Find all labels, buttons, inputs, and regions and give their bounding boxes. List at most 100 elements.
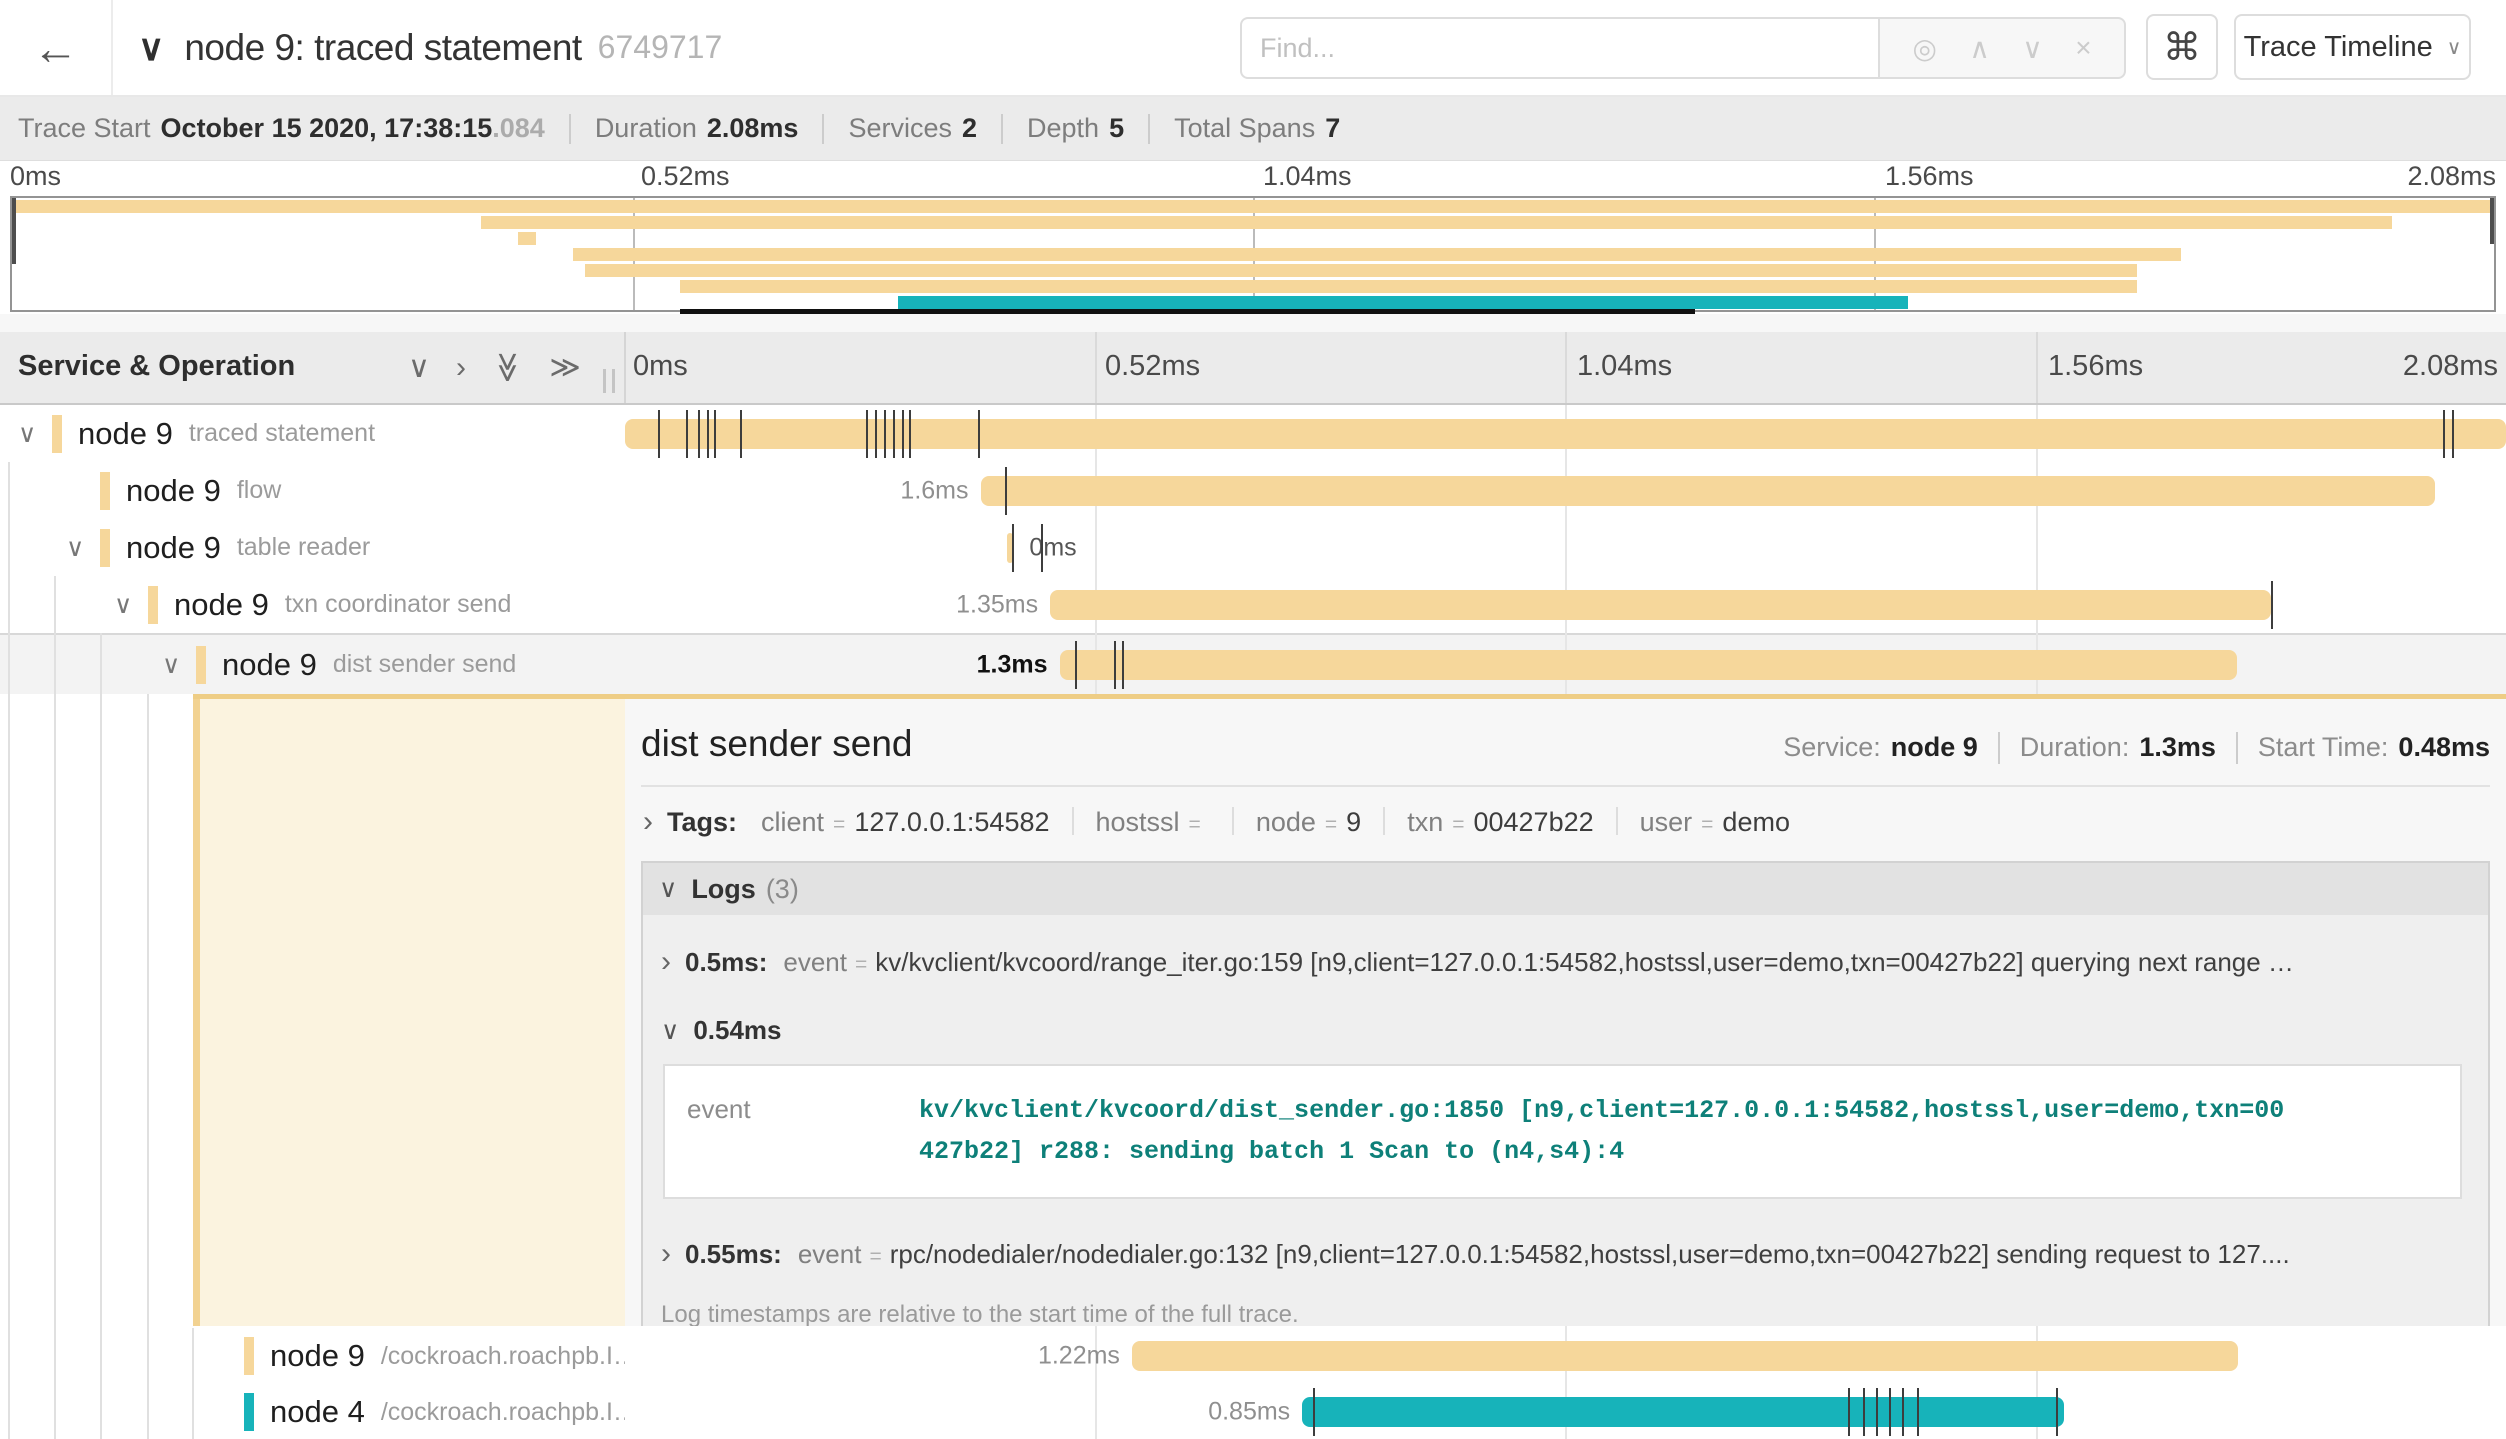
timeline-header: Service & Operation ∨ › ≫ ≫ 0ms0.52ms1.0…: [0, 332, 2506, 405]
view-selector-button[interactable]: Trace Timeline ∨: [2234, 14, 2471, 80]
span-bar[interactable]: [1302, 1397, 2064, 1427]
column-divider[interactable]: [624, 332, 626, 403]
span-children-toggle-icon[interactable]: ∨: [162, 650, 196, 680]
span-name-column[interactable]: ∨node 9dist sender send: [0, 635, 625, 694]
summary-item: Trace StartOctober 15 2020, 17:38:15.084: [18, 113, 545, 144]
tag-separator: [1616, 807, 1618, 835]
span-log-tick: [1848, 1388, 1850, 1436]
minimap-scrubber-handle[interactable]: [2490, 198, 2494, 244]
tag-equals: =: [1701, 813, 1713, 836]
tag-key: client: [761, 807, 824, 837]
minimap-span-bar: [481, 216, 2392, 229]
logs-header[interactable]: ∨ Logs (3): [643, 863, 2488, 915]
span-timeline-track[interactable]: 1.35ms: [625, 576, 2506, 633]
tag-value: 127.0.0.1:54582: [854, 807, 1049, 837]
expand-one-icon[interactable]: ›: [456, 351, 466, 385]
span-name-column[interactable]: ∨node 9traced statement: [0, 405, 625, 462]
span-log-tick: [658, 410, 660, 458]
tags-label: Tags:: [667, 807, 737, 838]
next-result-icon[interactable]: ∨: [2022, 32, 2043, 65]
span-row[interactable]: ∨node 9traced statement: [0, 405, 2506, 462]
span-row[interactable]: ∨node 9dist sender send1.3ms: [0, 633, 2506, 694]
span-log-tick: [714, 410, 716, 458]
trace-id: 6749717: [598, 29, 723, 66]
span-timeline-track[interactable]: [625, 405, 2506, 462]
span-name-column[interactable]: node 9/cockroach.roachpb.I…: [0, 1328, 625, 1384]
span-log-tick: [902, 410, 904, 458]
span-timeline-track[interactable]: 0ms: [625, 519, 2506, 576]
summary-item: Depth5: [1027, 113, 1124, 144]
log-value: kv/kvclient/kvcoord/dist_sender.go:1850 …: [919, 1090, 2284, 1173]
span-timeline-track[interactable]: 1.22ms: [625, 1328, 2506, 1384]
trace-minimap[interactable]: [10, 196, 2496, 312]
find-group: ◎ ∧ ∨ ×: [1240, 17, 2126, 79]
back-button[interactable]: ←: [0, 0, 113, 95]
span-color-swatch: [196, 646, 206, 684]
back-arrow-icon: ←: [33, 22, 79, 74]
find-input[interactable]: [1240, 17, 1880, 79]
log-entry[interactable]: › 0.55ms: event=rpc/nodedialer/nodediale…: [661, 1237, 2462, 1271]
span-children-toggle-icon[interactable]: ∨: [18, 419, 52, 449]
span-detail-title: dist sender send: [641, 723, 913, 765]
log-entry[interactable]: › 0.5ms: event=kv/kvclient/kvcoord/range…: [661, 945, 2462, 979]
tag-value: 00427b22: [1473, 807, 1593, 837]
summary-item-label: Services: [848, 113, 952, 143]
tag-separator: [1383, 807, 1385, 835]
tag-item: txn=00427b22: [1407, 807, 1593, 837]
find-controls: ◎ ∧ ∨ ×: [1880, 17, 2126, 79]
span-row[interactable]: ∨node 9txn coordinator send1.35ms: [0, 576, 2506, 633]
collapse-one-icon[interactable]: ∨: [408, 350, 430, 385]
tags-section[interactable]: › Tags: client=127.0.0.1:54582hostssl=no…: [641, 787, 2490, 851]
log-value: rpc/nodedialer/nodedialer.go:132 [n9,cli…: [890, 1239, 2290, 1269]
detail-left-band: [193, 694, 625, 1326]
service-operation-header: Service & Operation: [18, 350, 295, 383]
span-log-tick: [866, 410, 868, 458]
column-resize-grip[interactable]: [603, 369, 615, 393]
span-row[interactable]: node 9/cockroach.roachpb.I… 1.22ms: [0, 1328, 2506, 1384]
span-bar[interactable]: [1132, 1341, 2238, 1371]
locate-match-icon[interactable]: ◎: [1912, 32, 1936, 65]
minimap-axis-label: 0ms: [10, 161, 61, 192]
span-log-tick: [1041, 524, 1043, 572]
minimap-scrubber-handle[interactable]: [12, 198, 16, 264]
span-bar[interactable]: [981, 476, 2435, 506]
span-timeline-track[interactable]: 1.6ms: [625, 462, 2506, 519]
span-name-column[interactable]: ∨node 9table reader: [0, 519, 625, 576]
span-children-toggle-icon[interactable]: ∨: [114, 590, 148, 620]
span-row[interactable]: ∨node 9table reader0ms: [0, 519, 2506, 576]
keyboard-shortcuts-button[interactable]: ⌘: [2146, 14, 2218, 80]
span-bar[interactable]: [625, 419, 2506, 449]
collapse-all-icon[interactable]: ≫: [490, 352, 525, 383]
span-name-column[interactable]: node 4/cockroach.roachpb.I…: [0, 1384, 625, 1439]
span-timeline-track[interactable]: 0.85ms: [625, 1384, 2506, 1439]
collapse-log-toggle[interactable]: ∨ 0.54ms: [661, 1015, 2462, 1046]
span-children-toggle-icon[interactable]: ∨: [66, 533, 100, 563]
span-row[interactable]: node 4/cockroach.roachpb.I…0.85ms: [0, 1384, 2506, 1439]
span-timeline-track[interactable]: 1.3ms: [625, 635, 2506, 694]
span-name-column[interactable]: ∨node 9txn coordinator send: [0, 576, 625, 633]
span-log-tick: [686, 410, 688, 458]
span-duration-label: 1.22ms: [1038, 1342, 1120, 1371]
span-bar[interactable]: [1050, 590, 2271, 620]
clear-search-icon[interactable]: ×: [2075, 32, 2091, 64]
tag-key: txn: [1407, 807, 1443, 837]
summary-item-value: 5: [1109, 113, 1124, 143]
tag-item: client=127.0.0.1:54582: [761, 807, 1049, 837]
span-row[interactable]: node 9flow1.6ms: [0, 462, 2506, 519]
summary-separator: [822, 114, 824, 144]
summary-item-value: 2.08ms: [707, 113, 799, 143]
log-timestamp: 0.54ms: [693, 1015, 781, 1046]
span-log-tick: [1889, 1388, 1891, 1436]
span-service-name: node 9: [270, 1338, 365, 1374]
timeline-axis-label: 1.56ms: [2048, 350, 2143, 383]
prev-result-icon[interactable]: ∧: [1969, 32, 1990, 65]
expand-all-icon[interactable]: ≫: [549, 350, 580, 385]
span-bar[interactable]: [1060, 650, 2238, 680]
span-name-column[interactable]: node 9flow: [0, 462, 625, 519]
minimap-axis-label: 1.04ms: [1263, 161, 1352, 192]
collapse-trace-icon[interactable]: ∨: [138, 27, 164, 69]
minimap-span-bar: [518, 232, 535, 245]
summary-separator: [1001, 114, 1003, 144]
span-log-tick: [893, 410, 895, 458]
duration-label: Duration:: [2020, 732, 2130, 763]
